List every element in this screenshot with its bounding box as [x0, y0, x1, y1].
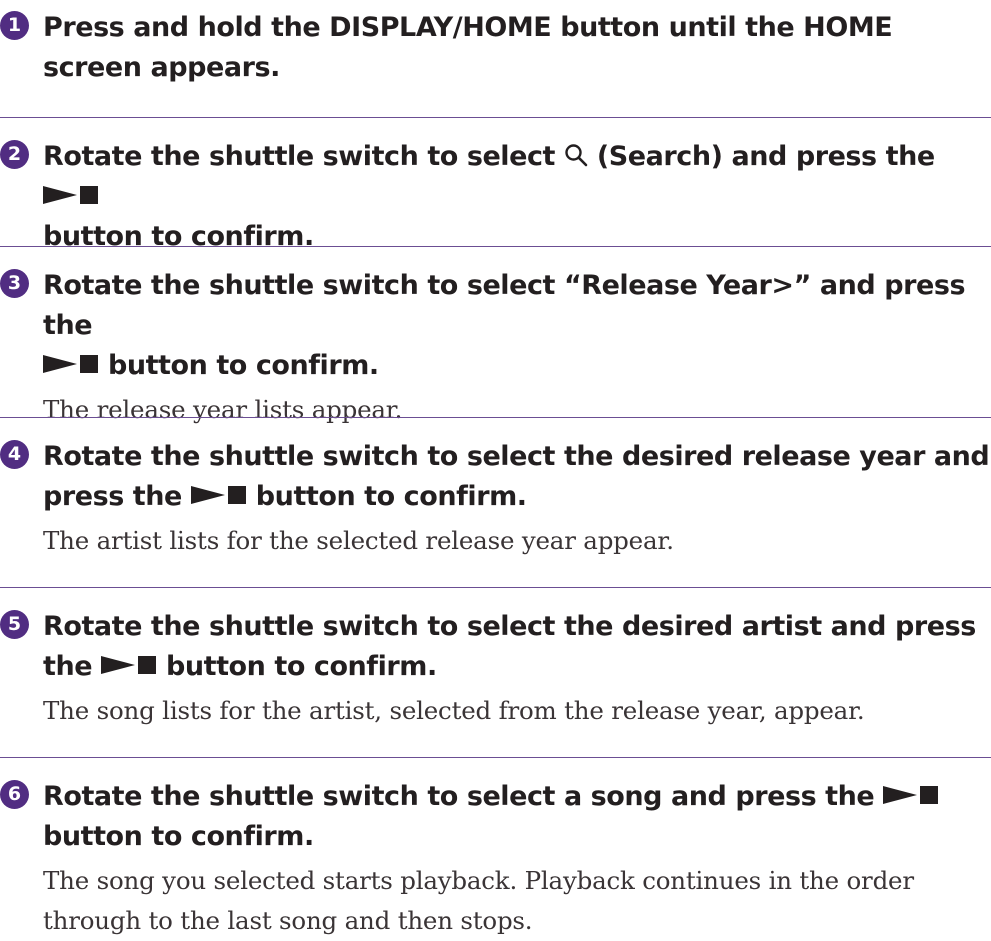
step-number-badge: 2 — [0, 140, 29, 169]
step-4-heading: 4 Rotate the shuttle switch to select th… — [0, 437, 991, 517]
step-divider — [0, 117, 991, 118]
step-number-badge: 3 — [0, 269, 29, 298]
instruction-text: button to confirm. — [246, 481, 527, 512]
step-number-badge: 5 — [0, 610, 29, 639]
step-divider — [0, 246, 991, 247]
instruction-text: Press and hold the DISPLAY/HOME button u… — [43, 12, 893, 83]
play-stop-icon — [43, 185, 98, 204]
step-6: 6 Rotate the shuttle switch to select a … — [0, 777, 991, 941]
step-result: The release year lists appear. — [43, 395, 403, 424]
step-5: 5 Rotate the shuttle switch to select th… — [0, 607, 991, 731]
step-instruction: Rotate the shuttle switch to select the … — [43, 607, 991, 687]
instruction-text: (Search) and press the — [587, 141, 935, 172]
step-3-heading: 3 Rotate the shuttle switch to select “R… — [0, 266, 991, 386]
step-4: 4 Rotate the shuttle switch to select th… — [0, 437, 991, 561]
step-2: 2 Rotate the shuttle switch to select (S… — [0, 137, 991, 257]
step-number-badge: 6 — [0, 780, 29, 809]
step-instruction: Rotate the shuttle switch to select a so… — [43, 777, 991, 857]
step-divider — [0, 417, 991, 418]
step-result: The song lists for the artist, selected … — [43, 696, 865, 725]
instruction-text: Rotate the shuttle switch to select “Rel… — [43, 270, 966, 341]
instruction-text: button to confirm. — [43, 221, 314, 252]
step-result: The song you selected starts playback. P… — [43, 866, 914, 935]
step-6-heading: 6 Rotate the shuttle switch to select a … — [0, 777, 991, 857]
play-stop-icon — [43, 354, 98, 373]
play-stop-icon — [190, 485, 246, 504]
step-divider — [0, 587, 991, 588]
instruction-text: button to confirm. — [43, 821, 314, 852]
play-stop-icon — [883, 785, 939, 804]
step-instruction: Press and hold the DISPLAY/HOME button u… — [43, 8, 991, 88]
step-instruction: Rotate the shuttle switch to select the … — [43, 437, 991, 517]
step-2-heading: 2 Rotate the shuttle switch to select (S… — [0, 137, 991, 257]
step-number-badge: 1 — [0, 11, 29, 40]
step-1-heading: 1 Press and hold the DISPLAY/HOME button… — [0, 8, 991, 88]
instruction-text: button to confirm. — [99, 350, 379, 381]
search-icon — [565, 143, 588, 166]
instruction-text: Rotate the shuttle switch to select a so… — [43, 781, 884, 812]
step-instruction: Rotate the shuttle switch to select “Rel… — [43, 266, 991, 386]
step-divider — [0, 757, 991, 758]
step-3: 3 Rotate the shuttle switch to select “R… — [0, 266, 991, 430]
instruction-text: button to confirm. — [157, 651, 437, 682]
play-stop-icon — [101, 655, 157, 674]
step-number-badge: 4 — [0, 440, 29, 469]
step-result: The artist lists for the selected releas… — [43, 526, 674, 555]
step-instruction: Rotate the shuttle switch to select (Sea… — [43, 137, 991, 257]
step-5-heading: 5 Rotate the shuttle switch to select th… — [0, 607, 991, 687]
instruction-page: 1 Press and hold the DISPLAY/HOME button… — [0, 0, 991, 935]
step-1: 1 Press and hold the DISPLAY/HOME button… — [0, 8, 991, 88]
instruction-text: Rotate the shuttle switch to select — [43, 141, 564, 172]
